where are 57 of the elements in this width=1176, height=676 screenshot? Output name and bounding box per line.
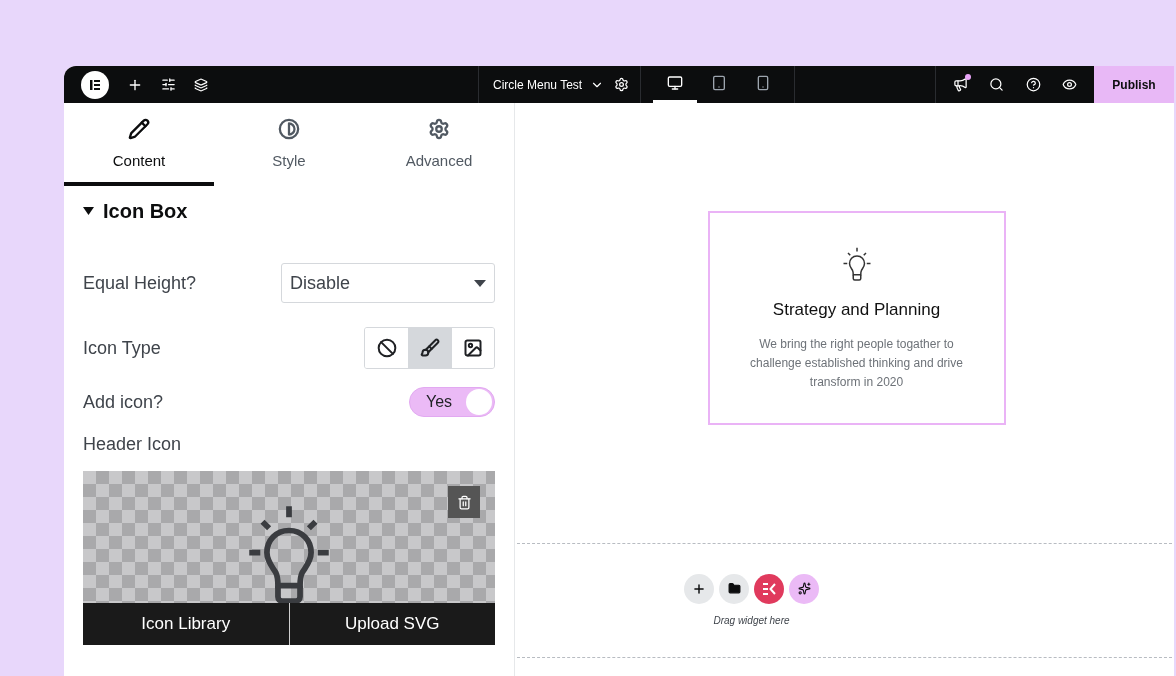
settings-icon (614, 77, 630, 92)
logo-icon (89, 78, 101, 91)
icon-preview-button[interactable]: Icon Library (83, 603, 289, 645)
document-title-dropdown[interactable]: Circle Menu Test (493, 75, 605, 94)
control-label: Icon Type (83, 336, 161, 360)
publish-button[interactable]: Publish (1094, 66, 1174, 103)
image-icon (463, 338, 483, 358)
brush-icon (420, 338, 440, 358)
toggle-switch[interactable]: Yes (409, 387, 495, 417)
delete-button[interactable] (448, 486, 480, 518)
icon-type-option[interactable] (408, 328, 451, 368)
settings-sliders-button[interactable] (161, 77, 176, 92)
plus-icon (692, 581, 706, 596)
ban-icon (376, 338, 397, 358)
folder-icon (727, 582, 741, 595)
layers-icon (194, 77, 208, 92)
addon-button[interactable] (754, 573, 784, 604)
tablet-icon (711, 75, 727, 91)
trash-icon (456, 494, 472, 510)
icon-box-card[interactable]: Strategy and Planning We bring the right people togather to challenge established thinking and drive transform in 2020 (707, 211, 1006, 425)
search-button[interactable] (989, 77, 1005, 92)
contrast-icon (278, 118, 300, 141)
sparkles-icon (797, 582, 811, 595)
icon-type-option[interactable] (451, 328, 494, 368)
ai-button[interactable] (789, 573, 819, 604)
announcements-button[interactable] (952, 77, 968, 92)
card-description: We bring the right people togather to challenge established thinking and drive transform in 2020 (749, 335, 964, 391)
help-button[interactable] (1025, 77, 1041, 92)
add-section-button[interactable] (684, 573, 714, 604)
help-icon (1025, 77, 1041, 92)
panel-tab[interactable]: Style (214, 103, 364, 186)
addon-logo-icon (762, 582, 776, 595)
card-title: Strategy and Planning (772, 299, 941, 321)
page-settings-button[interactable] (614, 77, 630, 92)
search-icon (989, 77, 1005, 92)
monitor-icon (667, 75, 683, 91)
section-header[interactable]: Icon Box (83, 200, 495, 222)
caret-icon (474, 279, 486, 287)
control-label: Equal Height? (83, 271, 197, 295)
gear-icon (428, 118, 450, 141)
sliders-icon (161, 77, 176, 92)
pencil-icon (128, 118, 150, 141)
panel-tab[interactable]: Content (64, 103, 214, 186)
control-label: Add icon? (83, 390, 164, 414)
logo-button[interactable] (81, 70, 109, 99)
icon-preview-button[interactable]: Upload SVG (288, 603, 495, 645)
megaphone-icon (952, 77, 968, 92)
panel-tab[interactable]: Advanced (364, 103, 514, 186)
eye-icon (1062, 77, 1078, 92)
preview-button[interactable] (1062, 77, 1078, 92)
control-label: Header Icon (83, 433, 183, 456)
select-field[interactable]: Disable (281, 263, 495, 303)
switch-knob (466, 389, 492, 415)
phone-icon (755, 75, 771, 91)
layers-button[interactable] (194, 77, 208, 92)
template-library-button[interactable] (719, 573, 749, 604)
drop-hint: Drag widget here (713, 613, 790, 628)
